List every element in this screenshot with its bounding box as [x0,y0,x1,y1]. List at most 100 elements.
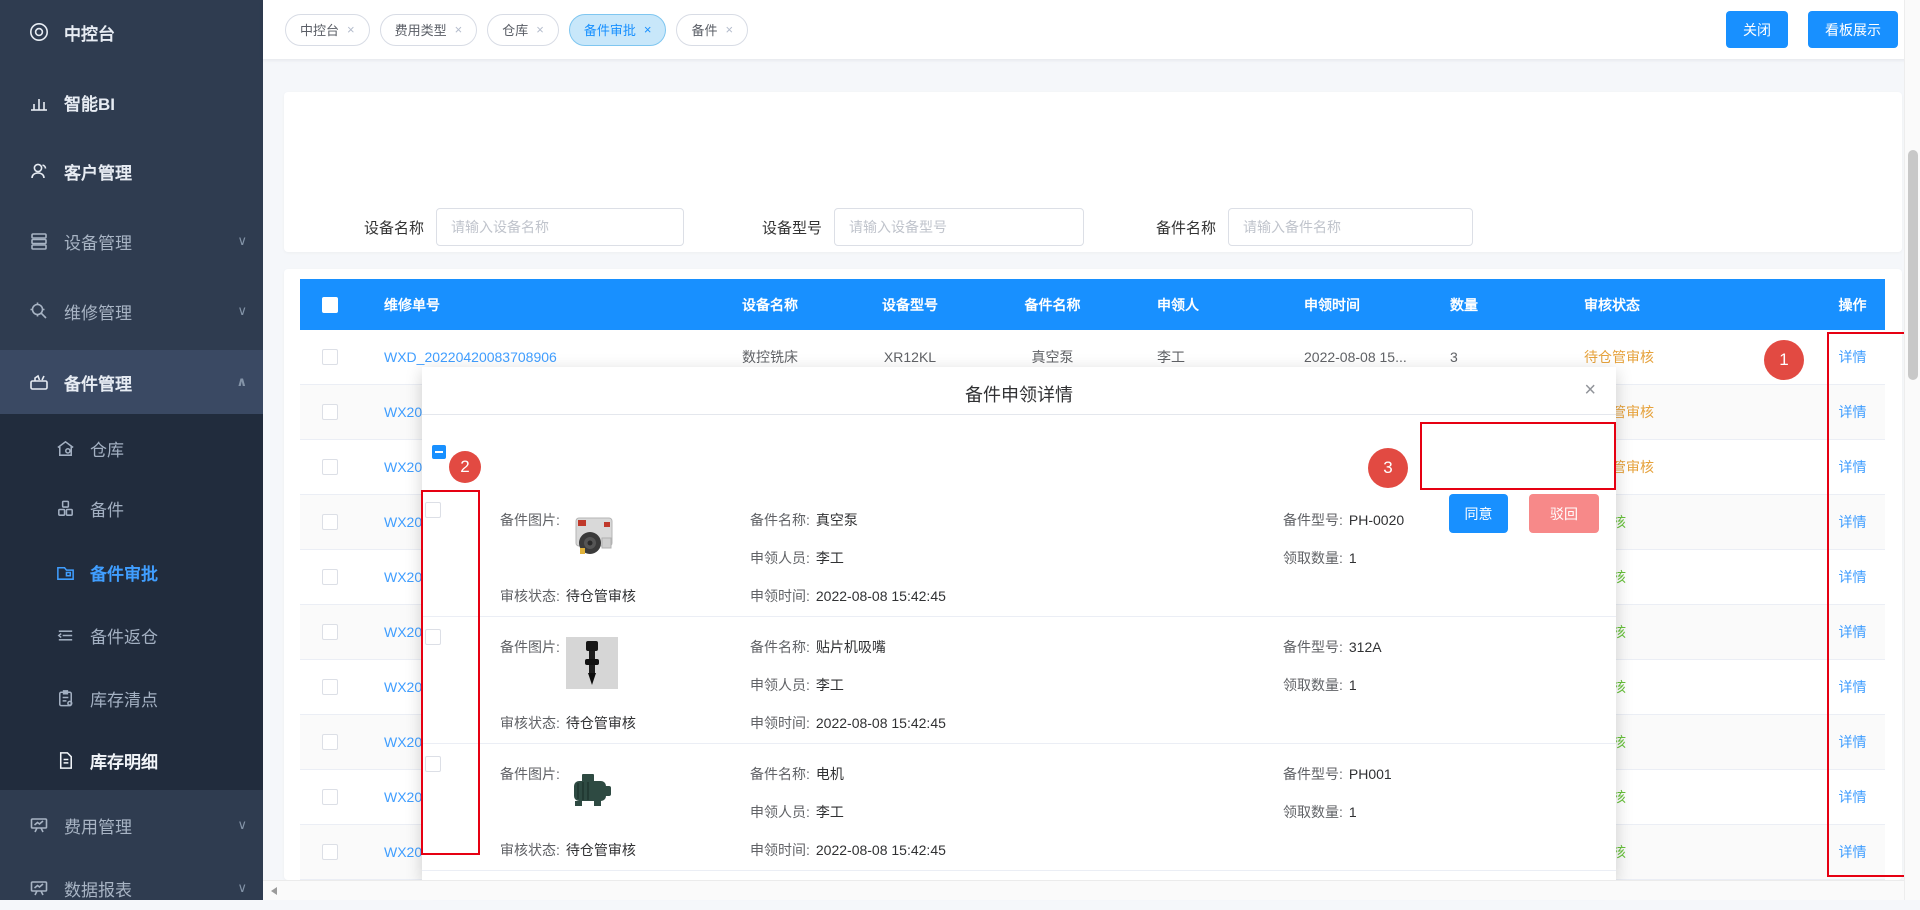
device-name-label: 设备名称 [364,217,424,238]
sidebar-item-stock-detail[interactable]: 库存明细 [0,738,263,782]
device-model-input[interactable] [834,208,1084,246]
col-device-name: 设备名称 [700,295,840,315]
detail-link[interactable]: 详情 [1839,789,1867,805]
tab-parts[interactable]: 备件× [676,14,748,46]
select-all-checkbox[interactable] [322,297,338,313]
tab-parts-approval[interactable]: 备件审批× [569,14,667,46]
sidebar-item-parts-return[interactable]: 备件返仓 [0,613,263,657]
row-checkbox[interactable] [322,679,338,695]
item-model: 312A [1349,639,1382,655]
sidebar-item-console[interactable]: 中控台 [0,10,263,54]
row-checkbox[interactable] [322,624,338,640]
sidebar-item-report[interactable]: 数据报表 ∨ [0,866,263,910]
device-name: 数控铣床 [700,347,840,367]
item-checkbox[interactable] [425,502,441,518]
close-icon[interactable]: × [347,22,355,37]
topbar-actions: 关闭 看板展示 [1726,11,1898,48]
console-icon [28,21,50,43]
dialog-toolbar: 同意 驳回 [422,415,1616,490]
cubes-icon [55,498,76,519]
item-model: PH-0020 [1349,512,1404,528]
row-checkbox[interactable] [322,569,338,585]
detail-link[interactable]: 详情 [1839,624,1867,640]
sidebar-item-parts[interactable]: 备件 [0,486,263,530]
col-action: 操作 [1740,295,1885,315]
item-qty: 1 [1349,550,1357,566]
item-model: PH001 [1349,766,1392,782]
dialog-item-row: 备件图片: 审核状态:待仓管审核 备件名称:真空泵 申领人员:李工 申领时间:2… [422,490,1616,617]
close-icon[interactable]: × [536,22,544,37]
detail-link[interactable]: 详情 [1839,569,1867,585]
item-status: 待仓管审核 [566,842,636,858]
warehouse-icon [55,438,76,459]
close-button[interactable]: 关闭 [1726,11,1788,48]
bar-chart-icon [28,91,50,113]
detail-link[interactable]: 详情 [1839,514,1867,530]
part-name-label: 备件名称 [1156,217,1216,238]
sidebar-item-devices[interactable]: 设备管理 ∨ [0,219,263,263]
search-panel: 设备名称 设备型号 备件名称 ↻刷新 搜索 清空所有 展开∨ [284,92,1902,252]
order-link[interactable]: WXD_20220420083708906 [384,349,557,365]
sidebar-item-warehouse[interactable]: 仓库 [0,426,263,470]
tab-expense-type[interactable]: 费用类型× [380,14,478,46]
detail-link[interactable]: 详情 [1839,734,1867,750]
detail-link[interactable]: 详情 [1839,459,1867,475]
row-checkbox[interactable] [322,789,338,805]
sidebar-item-bi[interactable]: 智能BI [0,80,263,124]
sidebar-item-parts-approval[interactable]: 备件审批 [0,550,263,594]
detail-link[interactable]: 详情 [1839,349,1867,365]
item-time: 2022-08-08 15:42:45 [816,588,946,604]
table-header: 维修单号 设备名称 设备型号 备件名称 申领人 申领时间 数量 审核状态 操作 [300,279,1885,330]
parts-application-dialog: 备件申领详情 × 同意 驳回 备件图片: 审核状态:待仓管审核 备件名称:真空泵… [422,367,1616,880]
dialog-select-all-checkbox[interactable] [432,445,446,459]
clipboard-check-icon [55,688,76,709]
dialog-item-row: 备件图片: 审核状态:待仓管审核 备件名称:贴片机吸嘴 申领人员:李工 申领时间… [422,617,1616,744]
detail-link[interactable]: 详情 [1839,844,1867,860]
sidebar-item-expense[interactable]: 费用管理 ∨ [0,803,263,847]
horizontal-scrollbar[interactable] [263,880,1904,900]
row-checkbox[interactable] [322,514,338,530]
tab-console[interactable]: 中控台× [285,14,370,46]
sidebar-item-customers[interactable]: 客户管理 [0,149,263,193]
item-person: 李工 [816,550,844,566]
sidebar-item-spareparts[interactable]: 备件管理 ∧ [0,350,263,414]
dialog-title: 备件申领详情 [422,381,1616,407]
annotation-step-3: 3 [1368,448,1408,488]
detail-link[interactable]: 详情 [1839,679,1867,695]
sidebar-item-repair[interactable]: 维修管理 ∨ [0,289,263,333]
device-name-input[interactable] [436,208,684,246]
sidebar-item-stocktake[interactable]: 库存清点 [0,676,263,720]
scrollbar-thumb[interactable] [1908,150,1918,380]
col-applicant: 申领人 [1125,295,1270,315]
document-icon [55,750,76,771]
part-name: 真空泵 [980,347,1125,367]
board-display-button[interactable]: 看板展示 [1808,11,1898,48]
toolbox-icon [28,371,50,393]
item-status: 待仓管审核 [566,588,636,604]
scroll-left-arrow-icon[interactable] [271,887,277,895]
user-icon [28,160,50,182]
row-checkbox[interactable] [322,349,338,365]
dialog-close-icon[interactable]: × [1584,380,1596,400]
close-icon[interactable]: × [644,22,652,37]
motor-image [566,764,618,816]
detail-link[interactable]: 详情 [1839,404,1867,420]
item-checkbox[interactable] [425,756,441,772]
row-checkbox[interactable] [322,844,338,860]
col-device-model: 设备型号 [840,295,980,315]
close-icon[interactable]: × [455,22,463,37]
col-status: 审核状态 [1560,295,1740,315]
dialog-item-row: 备件图片: 审核状态:待仓管审核 备件名称:电机 申领人员:李工 申领时间:20… [422,744,1616,871]
status-badge: 待仓管审核 [1560,347,1740,367]
apply-time: 2022-08-08 15... [1270,349,1450,365]
annotation-step-2: 2 [449,451,481,483]
row-checkbox[interactable] [322,459,338,475]
tab-warehouse[interactable]: 仓库× [487,14,559,46]
vertical-scrollbar[interactable] [1904,0,1920,900]
row-checkbox[interactable] [322,734,338,750]
row-checkbox[interactable] [322,404,338,420]
part-name-input[interactable] [1228,208,1473,246]
item-checkbox[interactable] [425,629,441,645]
presentation-chart-icon [28,877,50,899]
close-icon[interactable]: × [725,22,733,37]
